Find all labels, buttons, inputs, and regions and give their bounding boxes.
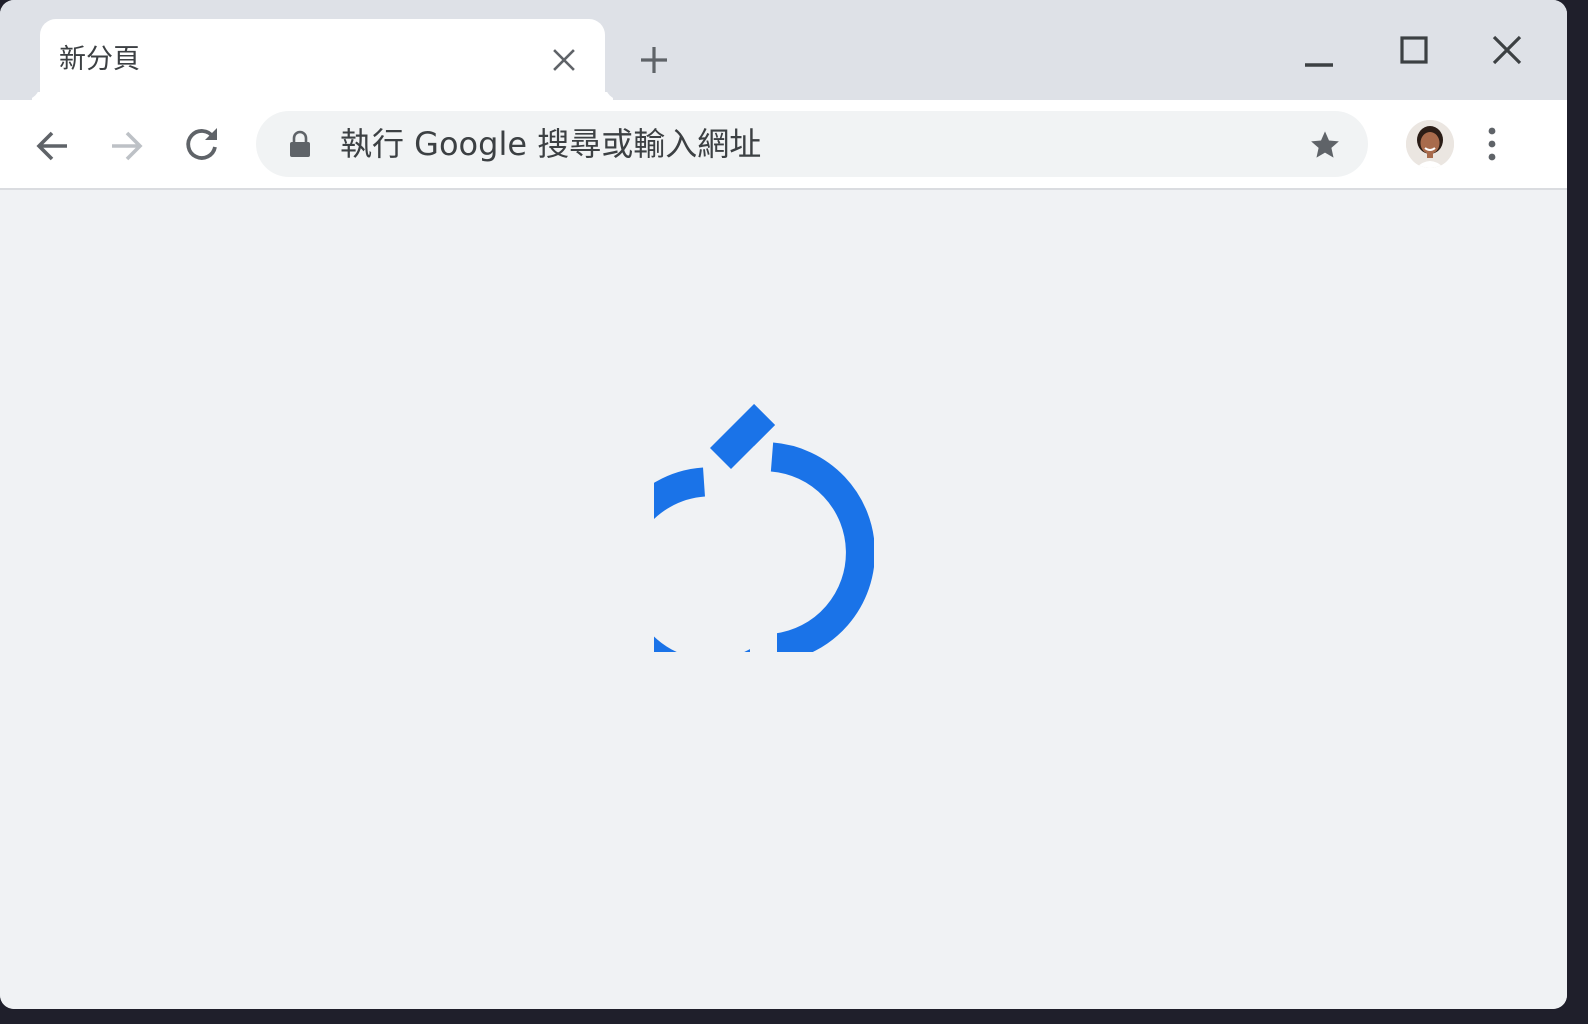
avatar bbox=[1406, 120, 1454, 168]
close-icon bbox=[1492, 35, 1522, 65]
window-close-button[interactable] bbox=[1484, 30, 1530, 70]
reload-icon bbox=[654, 404, 874, 652]
arrow-right-icon bbox=[112, 131, 143, 161]
arrow-left-icon bbox=[36, 131, 67, 161]
tab-title: 新分頁 bbox=[59, 44, 140, 75]
address-bar-placeholder: 執行 Google 搜尋或輸入網址 bbox=[340, 125, 762, 163]
tab-strip: 新分頁 bbox=[0, 0, 1567, 100]
site-info-button[interactable] bbox=[286, 128, 314, 160]
bookmark-button[interactable] bbox=[1306, 126, 1344, 164]
reload-button[interactable] bbox=[178, 120, 226, 168]
reload-icon bbox=[186, 128, 217, 160]
tab-close-button[interactable] bbox=[548, 44, 580, 76]
page-content bbox=[0, 190, 1567, 1009]
minimize-icon bbox=[1305, 63, 1333, 67]
star-icon bbox=[1311, 131, 1339, 158]
profile-avatar-button[interactable] bbox=[1406, 120, 1454, 168]
plus-icon bbox=[641, 47, 667, 73]
toolbar: 執行 Google 搜尋或輸入網址 bbox=[0, 100, 1567, 190]
lock-icon bbox=[290, 130, 310, 157]
close-icon bbox=[553, 49, 575, 71]
tab-new-tab[interactable]: 新分頁 bbox=[40, 19, 605, 100]
new-tab-button[interactable] bbox=[632, 40, 676, 80]
back-button[interactable] bbox=[28, 122, 76, 170]
browser-menu-button[interactable] bbox=[1476, 122, 1508, 166]
maximize-icon bbox=[1400, 36, 1428, 64]
browser-window: 新分頁 執行 Google 搜尋或輸入網址 bbox=[0, 0, 1567, 1009]
maximize-button[interactable] bbox=[1392, 30, 1436, 70]
minimize-button[interactable] bbox=[1296, 38, 1342, 78]
forward-button[interactable] bbox=[103, 122, 151, 170]
address-bar[interactable]: 執行 Google 搜尋或輸入網址 bbox=[256, 111, 1368, 177]
more-vertical-icon bbox=[1488, 127, 1496, 161]
